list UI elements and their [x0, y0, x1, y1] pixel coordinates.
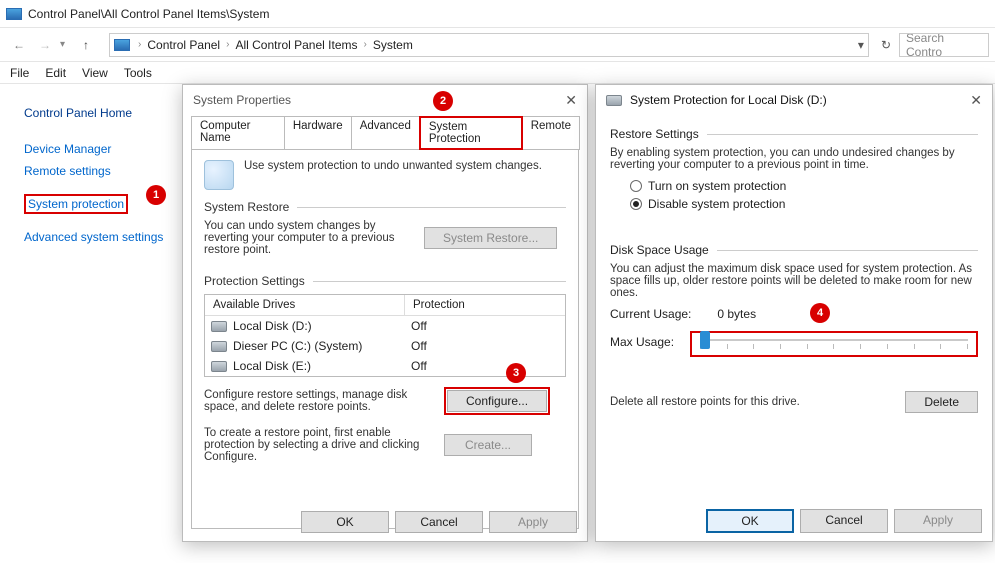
window-title: Control Panel\All Control Panel Items\Sy…: [28, 7, 269, 21]
cancel-button[interactable]: Cancel: [800, 509, 888, 533]
create-button: Create...: [444, 434, 532, 456]
chevron-right-icon[interactable]: ›: [136, 39, 143, 50]
sidebar-remote-settings[interactable]: Remote settings: [24, 164, 170, 178]
tab-remote[interactable]: Remote: [522, 116, 580, 150]
col-protection: Protection: [405, 295, 565, 315]
configure-desc: Configure restore settings, manage disk …: [204, 389, 434, 413]
menu-bar: File Edit View Tools: [0, 62, 995, 84]
annotation-marker-3: 3: [506, 363, 526, 383]
apply-button: Apply: [894, 509, 982, 533]
radio-off-label: Disable system protection: [648, 197, 785, 211]
tab-strip: Computer Name Hardware Advanced System P…: [183, 115, 587, 149]
annotation-marker-2: 2: [433, 91, 453, 111]
chevron-right-icon[interactable]: ›: [224, 39, 231, 50]
radio-on-label: Turn on system protection: [648, 179, 786, 193]
search-placeholder: Search Contro: [906, 33, 982, 57]
max-usage-label: Max Usage:: [610, 329, 674, 349]
ok-button[interactable]: OK: [301, 511, 389, 533]
sidebar-device-manager[interactable]: Device Manager: [24, 142, 170, 156]
menu-edit[interactable]: Edit: [45, 66, 66, 80]
breadcrumb-system[interactable]: System: [369, 38, 417, 52]
drive-name: Local Disk (E:): [233, 359, 311, 373]
breadcrumb-control-panel[interactable]: Control Panel: [143, 38, 224, 52]
table-row[interactable]: Local Disk (D:) Off: [205, 316, 565, 336]
current-usage-value: 0 bytes: [717, 307, 756, 321]
drive-icon: [211, 321, 227, 332]
close-icon[interactable]: ✕: [970, 92, 982, 109]
chevron-right-icon[interactable]: ›: [362, 39, 369, 50]
back-button[interactable]: ←: [6, 32, 32, 58]
menu-tools[interactable]: Tools: [124, 66, 152, 80]
menu-file[interactable]: File: [10, 66, 29, 80]
system-protection-dialog: System Protection for Local Disk (D:) ✕ …: [595, 84, 993, 542]
sidebar: Control Panel Home Device Manager Remote…: [0, 84, 178, 562]
history-dropdown[interactable]: ▾: [60, 39, 65, 50]
table-row[interactable]: Dieser PC (C:) (System) Off: [205, 336, 565, 356]
tab-system-protection[interactable]: System Protection: [419, 116, 523, 150]
annotation-marker-4: 4: [810, 303, 830, 323]
current-usage-label: Current Usage:: [610, 307, 691, 321]
apply-button: Apply: [489, 511, 577, 533]
disk-usage-desc: You can adjust the maximum disk space us…: [610, 263, 978, 299]
delete-button[interactable]: Delete: [905, 391, 978, 413]
cancel-button[interactable]: Cancel: [395, 511, 483, 533]
forward-button: →: [32, 32, 58, 58]
max-usage-slider[interactable]: [690, 331, 978, 357]
address-bar[interactable]: › Control Panel › All Control Panel Item…: [109, 33, 869, 57]
dialog-title: System Protection for Local Disk (D:): [630, 93, 970, 107]
intro-text: Use system protection to undo unwanted s…: [244, 160, 542, 172]
address-icon: [114, 39, 130, 51]
system-restore-button: System Restore...: [424, 227, 557, 249]
group-system-restore: System Restore: [204, 200, 289, 214]
sidebar-advanced-settings[interactable]: Advanced system settings: [24, 230, 170, 244]
tab-advanced[interactable]: Advanced: [351, 116, 420, 150]
slider-thumb[interactable]: [700, 331, 710, 349]
tab-hardware[interactable]: Hardware: [284, 116, 352, 150]
search-input[interactable]: Search Contro: [899, 33, 989, 57]
radio-turn-on[interactable]: Turn on system protection: [630, 179, 978, 193]
drive-icon: [211, 361, 227, 372]
system-properties-dialog: System Properties ✕ Computer Name Hardwa…: [182, 84, 588, 542]
drive-icon: [606, 95, 622, 106]
group-restore-settings: Restore Settings: [610, 127, 699, 141]
breadcrumb-all-items[interactable]: All Control Panel Items: [231, 38, 361, 52]
group-disk-usage: Disk Space Usage: [610, 243, 709, 257]
radio-disable[interactable]: Disable system protection: [630, 197, 978, 211]
ok-button[interactable]: OK: [706, 509, 794, 533]
sidebar-system-protection[interactable]: System protection: [24, 194, 128, 214]
navigation-bar: ← → ▾ ↑ › Control Panel › All Control Pa…: [0, 28, 995, 62]
restore-settings-desc: By enabling system protection, you can u…: [610, 147, 978, 171]
drive-icon: [211, 341, 227, 352]
sidebar-home[interactable]: Control Panel Home: [24, 106, 170, 120]
window-titlebar: Control Panel\All Control Panel Items\Sy…: [0, 0, 995, 28]
refresh-button[interactable]: ↻: [881, 38, 891, 52]
drive-state: Off: [405, 358, 433, 374]
address-dropdown-icon[interactable]: ▾: [858, 38, 864, 52]
tab-computer-name[interactable]: Computer Name: [191, 116, 285, 150]
shield-icon: [204, 160, 234, 190]
close-icon[interactable]: ✕: [565, 92, 577, 109]
drive-name: Local Disk (D:): [233, 319, 312, 333]
group-protection-settings: Protection Settings: [204, 274, 305, 288]
menu-view[interactable]: View: [82, 66, 108, 80]
restore-desc: You can undo system changes by reverting…: [204, 220, 414, 256]
drive-name: Dieser PC (C:) (System): [233, 339, 362, 353]
system-icon: [6, 8, 22, 20]
up-button[interactable]: ↑: [73, 32, 99, 58]
radio-icon: [630, 180, 642, 192]
configure-button[interactable]: Configure...: [447, 390, 547, 412]
create-desc: To create a restore point, first enable …: [204, 427, 434, 463]
radio-icon: [630, 198, 642, 210]
drive-state: Off: [405, 338, 433, 354]
col-available-drives: Available Drives: [205, 295, 405, 315]
drive-state: Off: [405, 318, 433, 334]
delete-desc: Delete all restore points for this drive…: [610, 396, 895, 408]
annotation-marker-1: 1: [146, 185, 166, 205]
dialog-title: System Properties: [193, 93, 565, 107]
